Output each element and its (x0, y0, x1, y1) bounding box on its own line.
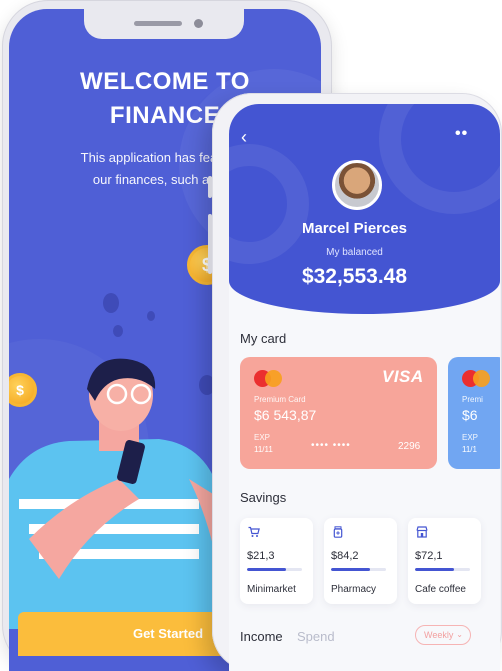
card-last-digits: 2296 (398, 441, 421, 452)
saving-item-minimarket[interactable]: $21,3 Minimarket (240, 518, 313, 604)
card-exp-label: EXP (462, 433, 479, 442)
saving-progress-bar (247, 568, 302, 571)
saving-progress-bar (331, 568, 386, 571)
profile-header: ‹ •• Marcel Pierces My balanced $32,553.… (229, 104, 500, 314)
card-exp-label: EXP (254, 433, 271, 442)
decorative-dot (147, 311, 155, 321)
side-button (208, 214, 212, 274)
decorative-dot (103, 293, 119, 313)
saving-amount: $72,1 (415, 550, 443, 562)
tab-income[interactable]: Income (240, 629, 283, 644)
back-arrow-icon[interactable]: ‹ (241, 128, 247, 146)
balance-amount: $32,553.48 (301, 265, 408, 288)
period-dropdown-label: Weekly (424, 630, 454, 640)
saving-amount: $21,3 (247, 550, 275, 562)
second-card[interactable]: Premi $6 EXP 11/1 (448, 357, 500, 469)
card-balance: $6 (462, 407, 478, 423)
avatar (332, 160, 382, 210)
saving-category: Pharmacy (331, 584, 377, 595)
card-type-label: Premi (462, 395, 483, 404)
decorative-dot (113, 325, 123, 337)
savings-title: Savings (240, 490, 287, 505)
card-type-label: Premium Card (254, 395, 306, 404)
more-options-icon[interactable]: •• (455, 126, 468, 142)
saving-progress-bar (415, 568, 470, 571)
balance-label: My balanced (326, 247, 383, 258)
card-exp-date: 11/11 (254, 445, 273, 454)
user-name: Marcel Pierces (301, 220, 408, 237)
card-balance: $6 543,87 (254, 407, 317, 423)
saving-item-cafe-coffee[interactable]: $72,1 Cafe coffee (408, 518, 481, 604)
visa-logo: VISA (382, 367, 424, 386)
mastercard-logo-icon (254, 370, 282, 387)
mastercard-logo-icon (462, 370, 490, 387)
phone-notch (84, 9, 244, 39)
side-button (208, 176, 212, 198)
card-masked-number: •••• •••• (311, 440, 351, 451)
chevron-down-icon: ⌄ (456, 630, 463, 639)
saving-item-pharmacy[interactable]: $84,2 Pharmacy (324, 518, 397, 604)
speaker-grille (134, 21, 182, 26)
dashboard-screen: ‹ •• Marcel Pierces My balanced $32,553.… (229, 104, 500, 671)
store-icon (415, 526, 429, 540)
front-camera (194, 19, 203, 28)
tab-spend[interactable]: Spend (297, 629, 335, 644)
saving-amount: $84,2 (331, 550, 359, 562)
cart-icon (247, 526, 261, 540)
period-dropdown[interactable]: Weekly ⌄ (415, 625, 471, 645)
saving-category: Cafe coffee (415, 584, 466, 595)
decorative-ring (379, 104, 500, 214)
saving-category: Minimarket (247, 584, 296, 595)
visa-premium-card[interactable]: VISA Premium Card $6 543,87 EXP 11/11 ••… (240, 357, 437, 469)
card-exp-date: 11/1 (462, 445, 477, 454)
my-card-title: My card (240, 331, 287, 346)
decorative-ring (229, 144, 309, 264)
pill-bottle-icon (331, 526, 345, 540)
